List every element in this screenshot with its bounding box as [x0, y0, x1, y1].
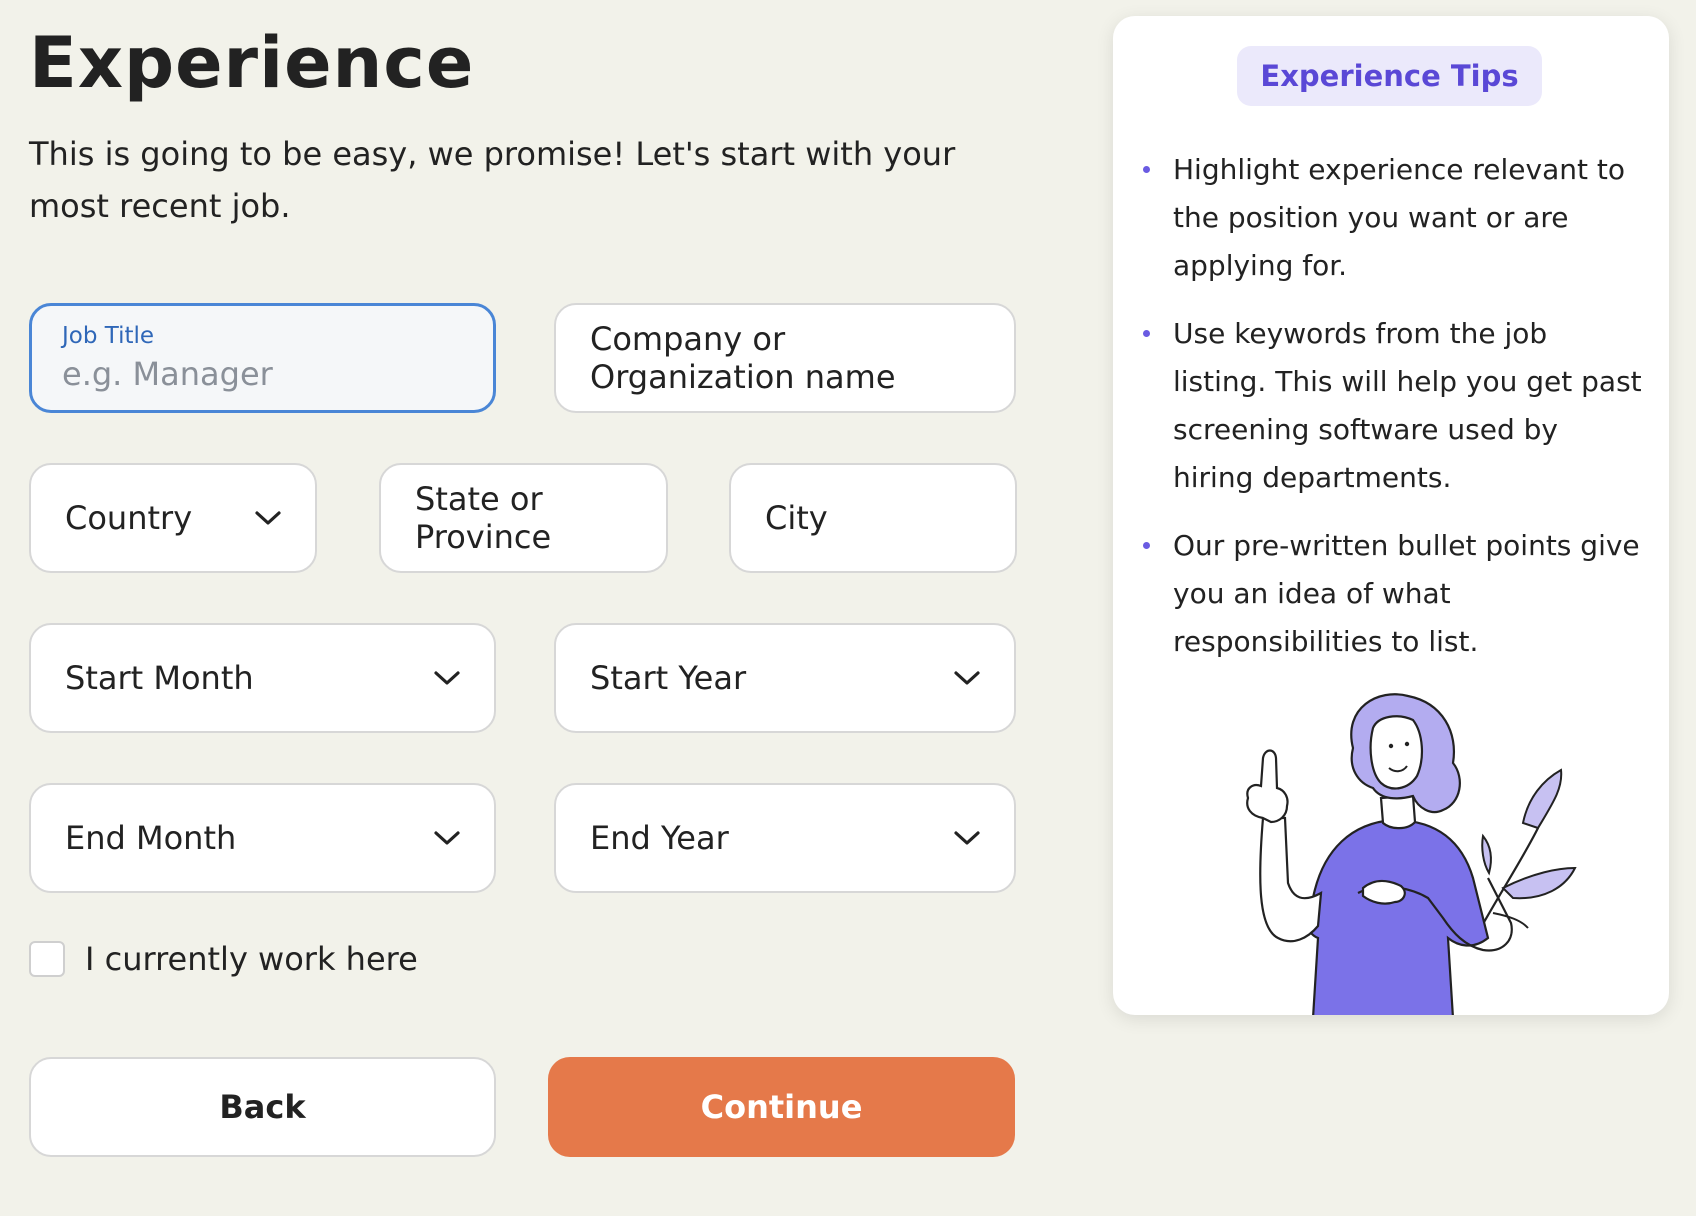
bullet-icon	[1143, 330, 1150, 337]
start-year-select[interactable]: Start Year	[554, 623, 1016, 733]
experience-tips-card: Experience Tips Highlight experience rel…	[1113, 16, 1669, 1015]
state-placeholder: State or Province	[415, 480, 552, 556]
city-placeholder: City	[765, 499, 828, 537]
currently-work-here-checkbox[interactable]	[29, 941, 65, 977]
back-button[interactable]: Back	[29, 1057, 496, 1157]
chevron-down-icon	[950, 821, 984, 855]
end-month-select[interactable]: End Month	[29, 783, 496, 893]
tip-item: Use keywords from the job listing. This …	[1143, 310, 1643, 502]
currently-work-here-row[interactable]: I currently work here	[29, 940, 418, 978]
currently-work-here-label: I currently work here	[85, 940, 418, 978]
page-title: Experience	[29, 22, 475, 104]
continue-button[interactable]: Continue	[548, 1057, 1015, 1157]
tip-item: Highlight experience relevant to the pos…	[1143, 146, 1643, 290]
country-label: Country	[65, 499, 193, 537]
company-field[interactable]: Company or Organization name	[554, 303, 1016, 413]
end-year-select[interactable]: End Year	[554, 783, 1016, 893]
tip-item: Our pre-written bullet points give you a…	[1143, 522, 1643, 666]
company-placeholder: Company or Organization name	[590, 320, 896, 396]
country-select[interactable]: Country	[29, 463, 317, 573]
job-title-label: Job Title	[62, 323, 155, 349]
page-subtitle: This is going to be easy, we promise! Le…	[29, 135, 956, 225]
tips-list: Highlight experience relevant to the pos…	[1143, 146, 1643, 686]
start-month-select[interactable]: Start Month	[29, 623, 496, 733]
woman-pointing-illustration	[1246, 693, 1577, 1015]
chevron-down-icon	[251, 501, 285, 535]
start-month-label: Start Month	[65, 659, 254, 697]
chevron-down-icon	[950, 661, 984, 695]
chevron-down-icon	[430, 821, 464, 855]
city-field[interactable]: City	[729, 463, 1017, 573]
start-year-label: Start Year	[590, 659, 747, 697]
experience-tips-badge: Experience Tips	[1237, 46, 1542, 106]
plant-leaves-icon	[1474, 768, 1577, 939]
end-year-label: End Year	[590, 819, 729, 857]
job-title-field[interactable]: Job Title	[29, 303, 496, 413]
bullet-icon	[1143, 166, 1150, 173]
state-field[interactable]: State or Province	[379, 463, 668, 573]
chevron-down-icon	[430, 661, 464, 695]
job-title-input[interactable]	[62, 355, 463, 393]
end-month-label: End Month	[65, 819, 237, 857]
bullet-icon	[1143, 542, 1150, 549]
